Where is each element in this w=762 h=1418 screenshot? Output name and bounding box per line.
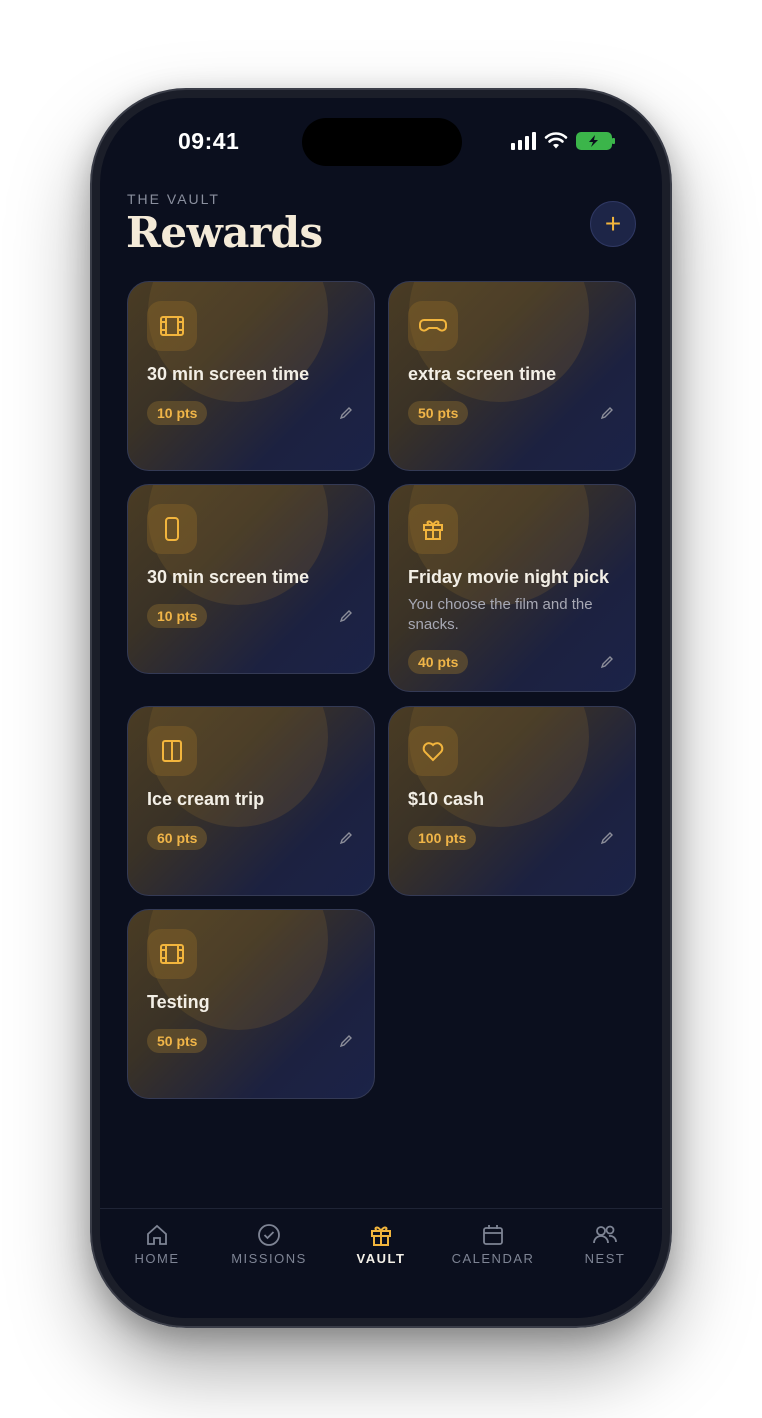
edit-icon[interactable] [599,405,615,421]
points-badge: 10 pts [147,401,208,425]
tab-home[interactable]: HOME [101,1223,213,1266]
points-badge: 40 pts [408,650,469,674]
points-badge: 50 pts [147,1029,208,1053]
tab-label: CALENDAR [451,1251,535,1266]
reward-title: $10 cash [408,789,485,809]
points-badge: 10 pts [147,604,208,628]
home-icon [147,1224,167,1245]
gamepad-icon [408,301,458,351]
film-icon [147,301,197,351]
check-circle-icon [258,1224,280,1246]
reward-title: Ice cream trip [147,789,265,809]
tab-missions[interactable]: MISSIONS [213,1223,325,1266]
gift-icon [408,504,458,554]
points-badge: 50 pts [408,401,469,425]
tab-bar: HOME MISSIONS VAULT CALENDAR NEST [100,1208,662,1318]
reward-title: 30 min screen time [147,364,310,384]
edit-icon[interactable] [338,608,354,624]
edit-icon[interactable] [338,405,354,421]
reward-card[interactable]: 30 min screen time 10 pts [127,484,375,674]
gift-icon [371,1226,391,1246]
reward-title: extra screen time [408,364,557,384]
page-eyebrow: THE VAULT [127,191,220,207]
edit-icon[interactable] [599,654,615,670]
edit-icon[interactable] [338,1033,354,1049]
film-icon [147,929,197,979]
reward-title: 30 min screen time [147,567,310,587]
tab-vault[interactable]: VAULT [325,1223,437,1266]
calendar-icon [483,1225,503,1245]
tab-calendar[interactable]: CALENDAR [437,1223,549,1266]
edit-icon[interactable] [338,830,354,846]
screen: 09:41 THE VAULT Rewards + 30 min screen … [100,98,662,1318]
tab-label: MISSIONS [231,1251,307,1266]
tab-nest[interactable]: NEST [549,1223,661,1266]
status-icons [511,132,615,150]
tab-label: HOME [134,1251,180,1266]
heart-icon [408,726,458,776]
edit-icon[interactable] [599,830,615,846]
page-title: Rewards [126,208,323,257]
reward-card[interactable]: extra screen time 50 pts [388,281,636,471]
status-time: 09:41 [178,128,240,154]
reward-card[interactable]: $10 cash 100 pts [388,706,636,896]
reward-description: You choose the film and the snacks. [408,596,593,633]
tab-label: NEST [584,1251,626,1266]
users-icon [593,1225,617,1244]
wifi-icon [544,132,568,149]
tab-label: VAULT [356,1251,406,1266]
add-reward-button[interactable]: + [590,201,636,247]
columns-icon [147,726,197,776]
dynamic-island [302,118,462,166]
reward-card[interactable]: Friday movie night pick You choose the f… [388,484,636,692]
reward-card[interactable]: Ice cream trip 60 pts [127,706,375,896]
points-badge: 100 pts [408,826,477,850]
battery-icon [576,132,615,150]
points-badge: 60 pts [147,826,208,850]
reward-card[interactable]: 30 min screen time 10 pts [127,281,375,471]
phone-icon [147,504,197,554]
reward-title: Friday movie night pick [408,567,610,587]
reward-card[interactable]: Testing 50 pts [127,909,375,1099]
signal-icon [511,132,536,150]
reward-title: Testing [147,992,210,1012]
